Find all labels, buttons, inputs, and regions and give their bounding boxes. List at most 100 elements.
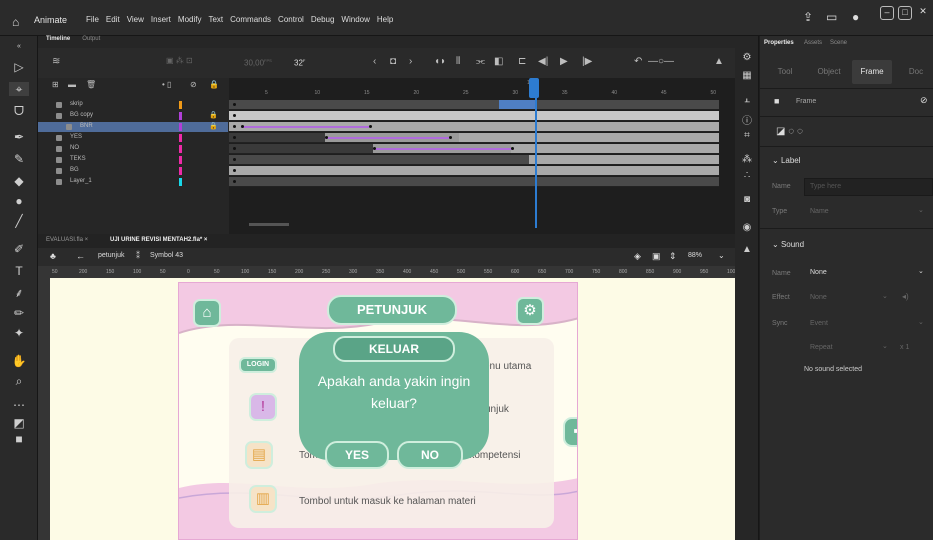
layer-row[interactable]: BG [38,166,228,176]
mountain-icon[interactable]: ▲ [714,56,724,67]
edit-multiple-icon[interactable]: ⫴ [456,56,460,67]
zoom-select[interactable]: 88% [688,252,702,259]
fill-color-icon[interactable]: ■ [9,432,29,446]
frame-span[interactable] [229,155,529,164]
layer-color[interactable] [179,145,182,153]
settings-button[interactable]: ⚙ [516,297,544,325]
paint-bucket-icon[interactable]: ✐ [9,242,29,256]
zoom-tool-icon[interactable]: ⌕ [9,374,29,388]
frame-span[interactable] [529,155,719,164]
layer-row[interactable]: TEKS [38,155,228,165]
layer-color[interactable] [179,123,182,131]
highlight-icon[interactable]: • ▯ [162,80,171,89]
keyframe[interactable] [233,180,236,183]
eraser-tool-icon[interactable]: ◆ [9,174,29,188]
maximize-button[interactable]: □ [898,6,912,20]
frame-row[interactable] [229,133,719,143]
menu-commands[interactable]: Commands [230,15,271,24]
playhead-handle[interactable] [529,78,539,98]
play-icon[interactable]: ▶ [560,56,568,67]
tab-assets[interactable]: Assets [804,40,822,46]
layer-color[interactable] [179,156,182,164]
zoom-slider[interactable]: —○— [648,56,674,67]
oval-tool-icon[interactable]: ● [9,194,29,208]
frame-row[interactable] [229,111,719,121]
layers-icon[interactable]: ≋ [52,56,60,67]
tab-properties[interactable]: Properties [764,40,794,46]
layer-color[interactable] [179,134,182,142]
frame-span[interactable] [459,133,719,142]
eyedropper-icon[interactable]: ⸙ [9,286,29,300]
next-icon[interactable]: › [409,56,412,67]
menu-text[interactable]: Text [208,15,223,24]
tween-span[interactable] [241,126,369,128]
collapse-icon[interactable]: « [9,40,29,54]
chevron-down-icon[interactable]: ⌄ [918,206,924,214]
grid-strip-icon[interactable]: ⌗ [740,130,754,142]
layer-color[interactable] [179,178,182,186]
keyframe[interactable] [233,103,236,106]
login-button[interactable]: LOGIN [239,357,277,373]
frame-span[interactable] [535,100,719,109]
back-arrow-icon[interactable]: ← [76,251,85,261]
camera-icon[interactable]: ▣ ⁂ ⊡ [166,56,193,65]
clip-icon[interactable]: ▣ [652,251,661,262]
frame-row[interactable] [229,144,719,154]
subtab-tool[interactable]: Tool [766,60,804,84]
subtab-frame[interactable]: Frame [852,60,892,84]
frame-row[interactable] [229,122,719,132]
tab-scene[interactable]: Scene [830,40,847,46]
keyframe[interactable] [511,147,514,150]
output-strip-icon[interactable]: ◙ [740,194,754,206]
menu-help[interactable]: Help [377,15,393,24]
frame-span[interactable] [229,100,499,109]
frame-row[interactable] [229,155,719,165]
fps-display[interactable]: 30,00FPS [244,58,272,68]
prev-icon[interactable]: ‹ [373,56,376,67]
frame-span[interactable] [229,166,719,175]
tab-timeline[interactable]: Timeline [46,36,70,48]
lock-icon[interactable]: 🔒 [209,122,218,130]
menu-view[interactable]: View [127,15,144,24]
chevron-down-icon[interactable]: ⌄ [918,267,924,275]
tween-icon[interactable]: ⫘ [476,56,485,67]
keyframe[interactable] [233,158,236,161]
lock-icon[interactable]: 🔒 [209,80,219,89]
sound-name-select[interactable]: None [810,269,827,276]
effect-select[interactable]: None [810,294,827,301]
onion-skin-icon[interactable]: ◖◗ [434,56,446,67]
layer-row[interactable]: BG copy 🔒 [38,111,228,121]
loop-icon[interactable]: ⊏ [518,56,526,67]
home-icon[interactable]: ⌂ [12,15,19,29]
playhead[interactable] [535,78,537,228]
frame-span[interactable] [229,144,373,153]
layer-row[interactable]: BNR 🔒 [38,122,228,132]
pencil-tool-icon[interactable]: ✏ [9,306,29,320]
keyframe[interactable] [449,136,452,139]
subtab-object[interactable]: Object [810,60,848,84]
lock-icon[interactable]: 🔒 [209,111,218,119]
undo-icon[interactable]: ↶ [634,56,642,67]
keyframe[interactable] [233,147,236,150]
snap-icon[interactable]: ◈ [634,251,641,262]
breadcrumb-scene[interactable]: petunjuk [98,252,124,259]
layer-row[interactable]: Layer_1 [38,177,228,187]
frame-row[interactable] [229,177,719,187]
help-icon[interactable]: ⊘ [920,95,928,106]
frame-row[interactable] [229,166,719,176]
frame-span[interactable] [499,100,535,109]
components-strip-icon[interactable]: ⁂ [740,154,754,166]
label-section-header[interactable]: ⌄ Label [772,156,801,165]
breadcrumb-symbol[interactable]: Symbol 43 [150,252,183,259]
frame-ruler[interactable]: 1s5101520253035404550 [229,80,719,100]
repeat-select[interactable]: Repeat [810,344,833,351]
keyframe[interactable] [233,125,236,128]
subselection-tool-icon[interactable]: ⌖ [9,82,29,96]
delete-icon[interactable]: 🗑 [86,80,96,89]
center-icon[interactable]: ⇕ [669,251,677,262]
layer-color[interactable] [179,101,182,109]
menu-control[interactable]: Control [278,15,304,24]
layer-color[interactable] [179,112,182,120]
lasso-tool-icon[interactable]: ᗜ [9,104,29,118]
layer-color[interactable] [179,167,182,175]
